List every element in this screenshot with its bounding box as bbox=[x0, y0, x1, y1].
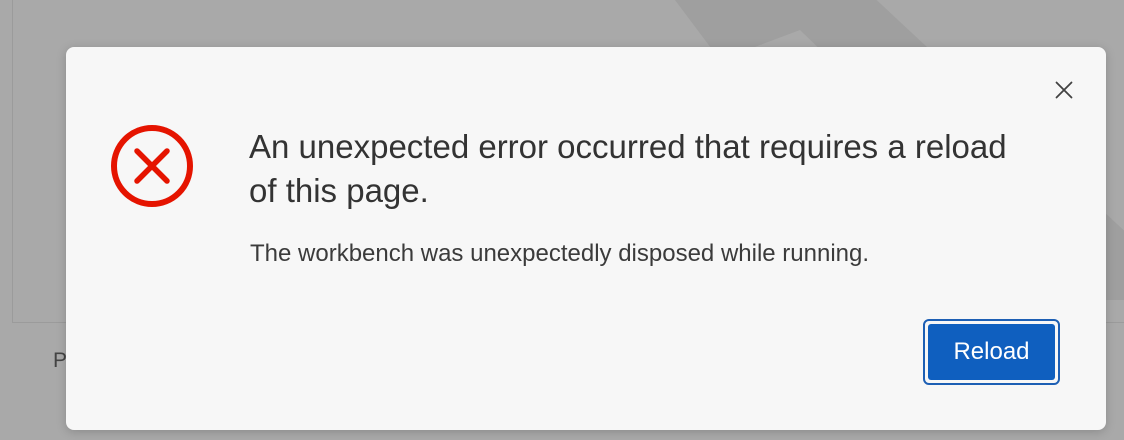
reload-button[interactable]: Reload bbox=[928, 324, 1055, 380]
error-circle-x-icon bbox=[111, 125, 193, 207]
reload-button-focus-ring: Reload bbox=[923, 319, 1060, 385]
close-icon bbox=[1055, 81, 1073, 99]
error-dialog: An unexpected error occurred that requir… bbox=[66, 47, 1106, 430]
backdrop-partial-text: P bbox=[53, 349, 68, 372]
backdrop-divider-vertical bbox=[12, 0, 13, 322]
close-button[interactable] bbox=[1048, 74, 1080, 106]
dialog-detail: The workbench was unexpectedly disposed … bbox=[250, 240, 870, 267]
dialog-title: An unexpected error occurred that requir… bbox=[249, 128, 1007, 209]
